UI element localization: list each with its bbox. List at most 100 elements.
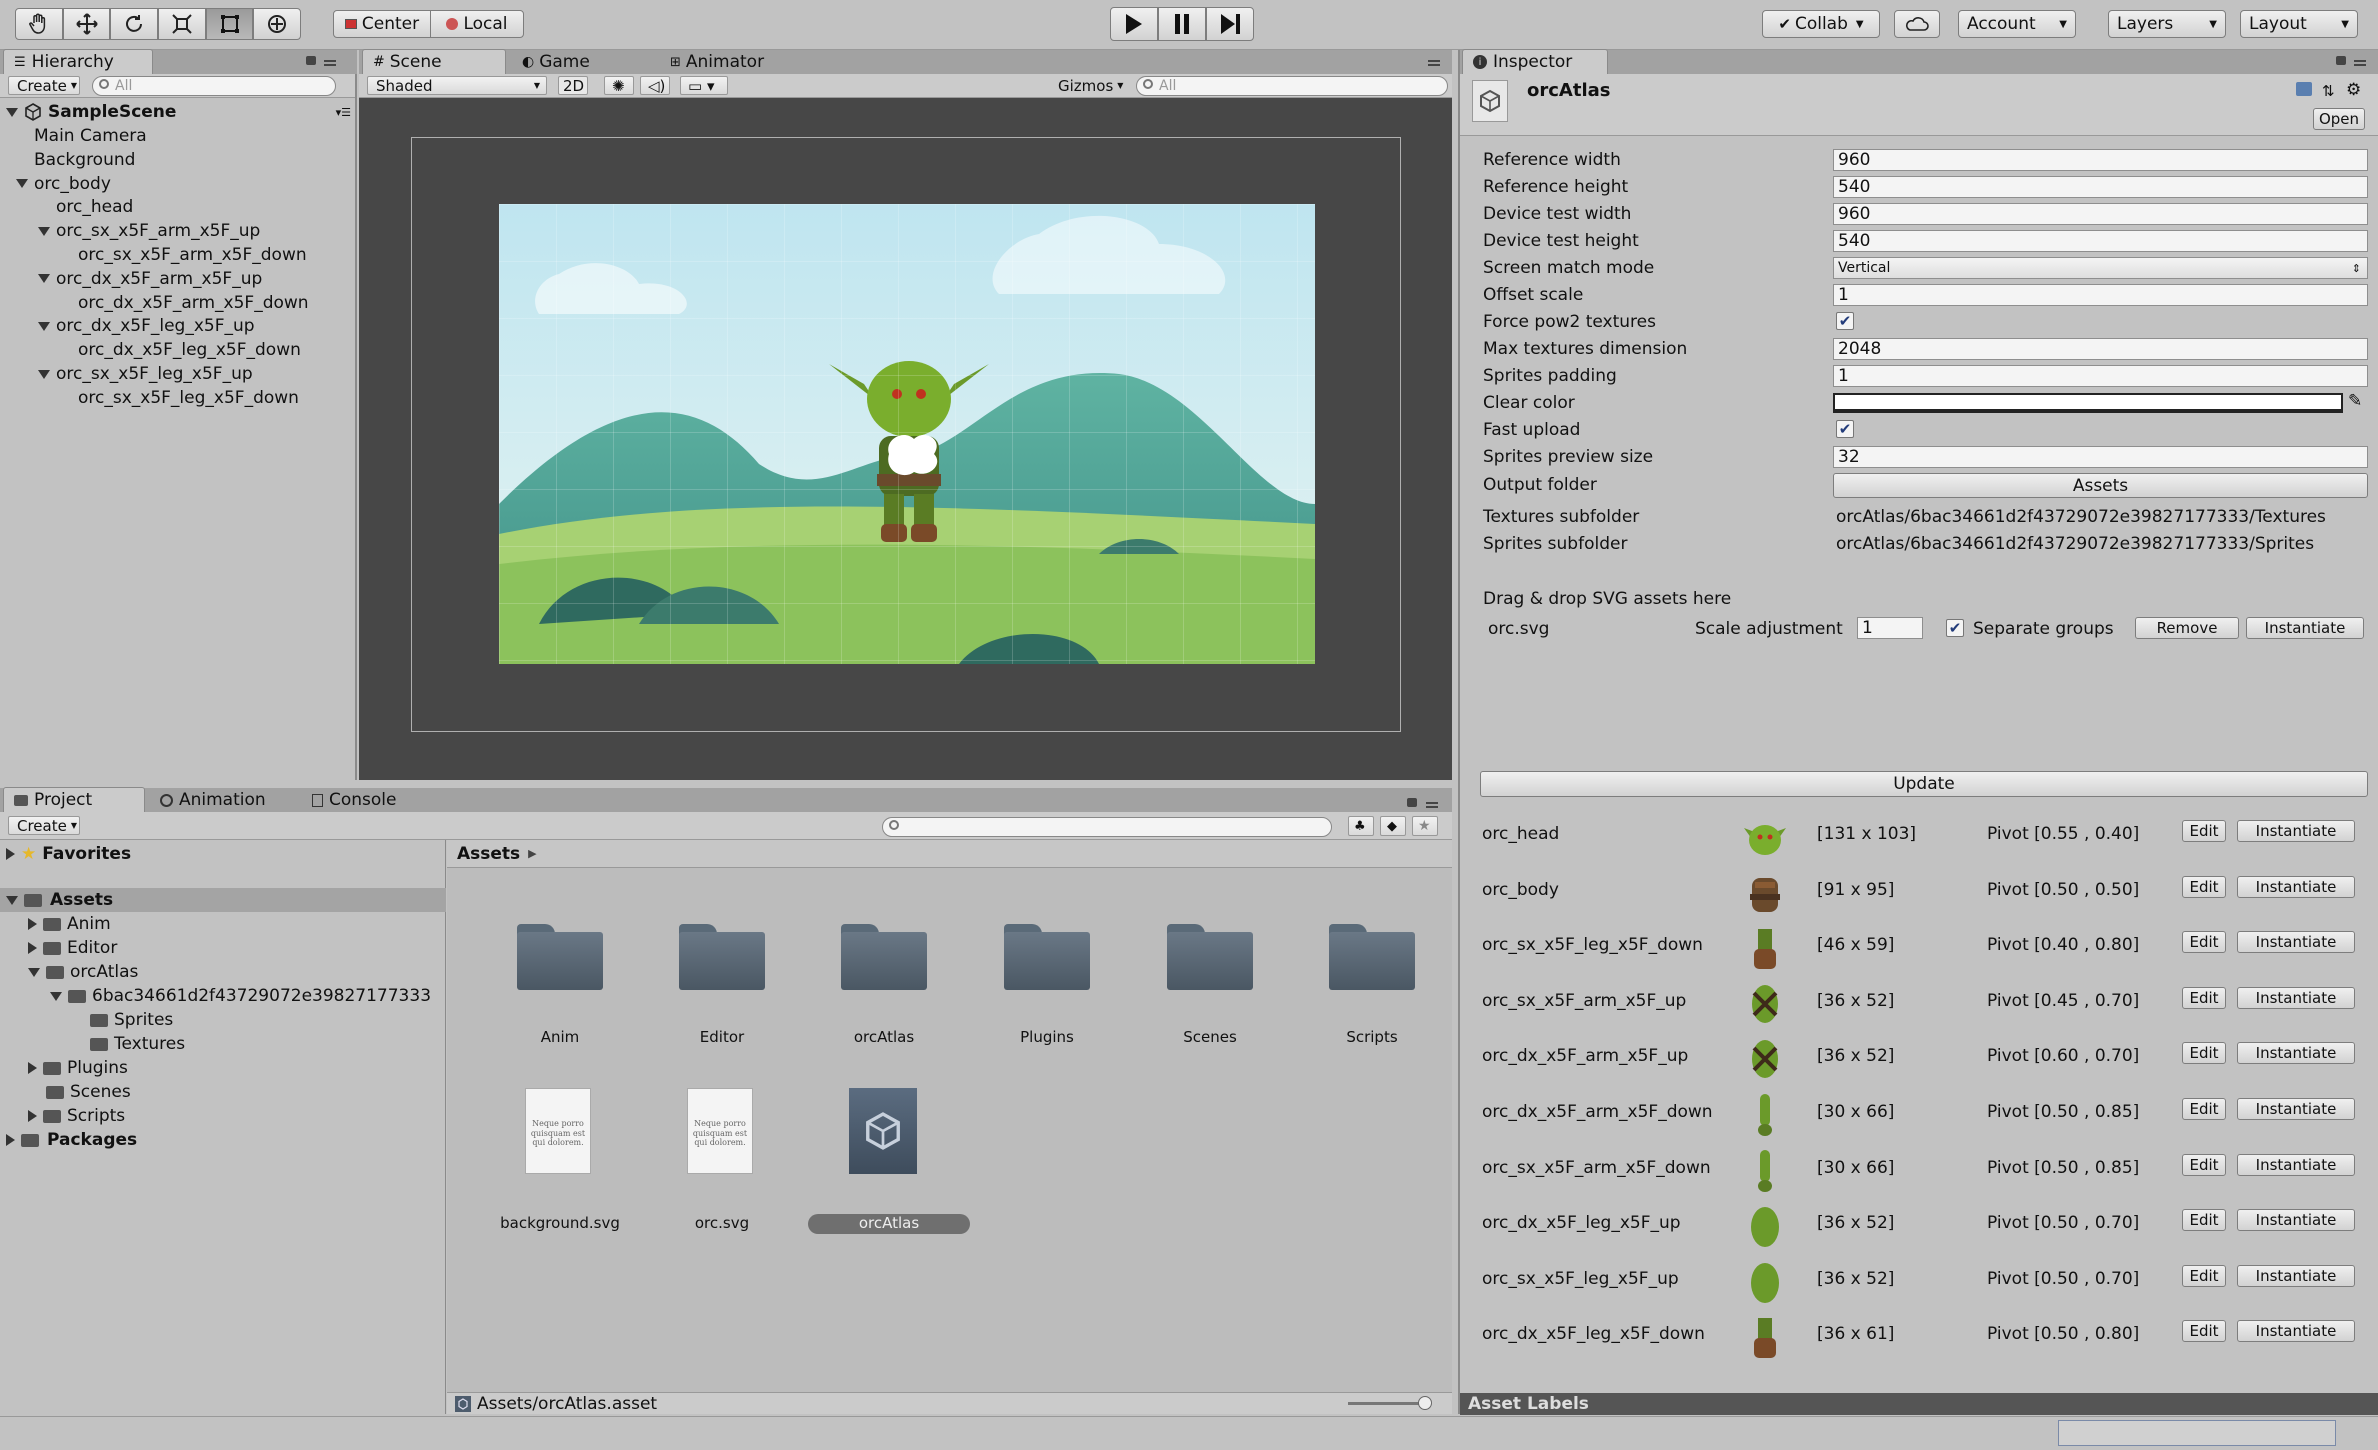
hierarchy-item[interactable]: Main Camera xyxy=(34,124,147,148)
sprite-instantiate-button[interactable]: Instantiate xyxy=(2237,1042,2355,1065)
asset-labels-bar[interactable]: Asset Labels xyxy=(1460,1393,2378,1415)
project-tree-item[interactable]: Editor xyxy=(28,936,117,960)
expand-arrow-icon[interactable] xyxy=(16,179,28,189)
asset-folder-item[interactable]: Editor xyxy=(647,868,797,1046)
lighting-toggle-icon[interactable]: ✺ xyxy=(604,76,634,95)
tab-console[interactable]: Console xyxy=(302,787,452,813)
tree-assets-root[interactable]: Assets xyxy=(0,888,446,912)
pivot-local-button[interactable]: Local xyxy=(430,10,524,38)
slider-thumb[interactable] xyxy=(1418,1396,1432,1410)
output-folder-button[interactable]: Assets xyxy=(1833,473,2368,498)
tree-packages[interactable]: Packages xyxy=(6,1128,137,1152)
hierarchy-item[interactable]: orc_sx_x5F_arm_x5F_down xyxy=(78,243,307,267)
audio-toggle-icon[interactable]: ◁) xyxy=(640,76,670,95)
asset-folder-item[interactable]: Scenes xyxy=(1135,868,1285,1046)
sprite-instantiate-button[interactable]: Instantiate xyxy=(2237,1098,2355,1120)
sprite-edit-button[interactable]: Edit xyxy=(2182,1320,2226,1343)
project-tree-item[interactable]: Scenes xyxy=(28,1080,131,1104)
scene-viewport[interactable] xyxy=(359,98,1452,780)
sprite-edit-button[interactable]: Edit xyxy=(2182,1042,2226,1065)
update-button[interactable]: Update xyxy=(1480,771,2368,797)
project-tree-item[interactable]: Anim xyxy=(28,912,111,936)
panel-menu-icon[interactable] xyxy=(1426,802,1438,808)
hierarchy-item[interactable]: orc_head xyxy=(56,195,133,219)
tab-scene[interactable]: # Scene xyxy=(362,49,506,74)
project-tree-item[interactable]: orcAtlas xyxy=(28,960,138,984)
expand-arrow-icon[interactable] xyxy=(50,991,62,1001)
asset-file-item[interactable]: orcAtlas xyxy=(808,1088,970,1248)
offset-scale-field[interactable]: 1 xyxy=(1833,284,2368,306)
tab-project[interactable]: Project xyxy=(3,787,145,812)
asset-folder-item[interactable]: orcAtlas xyxy=(809,868,959,1046)
account-button[interactable]: Account ▼ xyxy=(1958,10,2076,38)
panel-menu-icon[interactable] xyxy=(2354,60,2366,66)
cloud-button[interactable] xyxy=(1894,10,1940,38)
expand-arrow-icon[interactable] xyxy=(28,1062,37,1074)
tab-animation[interactable]: Animation xyxy=(150,787,300,813)
expand-arrow-icon[interactable] xyxy=(38,321,50,331)
sprite-instantiate-button[interactable]: Instantiate xyxy=(2237,1320,2355,1343)
expand-arrow-icon[interactable] xyxy=(28,1110,37,1122)
hierarchy-item[interactable]: orc_sx_x5F_arm_x5F_up xyxy=(38,219,260,243)
favorite-star-icon[interactable]: ★ xyxy=(1412,816,1438,836)
sprite-instantiate-button[interactable]: Instantiate xyxy=(2237,931,2355,954)
sprite-instantiate-button[interactable]: Instantiate xyxy=(2237,1153,2355,1176)
expand-arrow-icon[interactable] xyxy=(6,1134,15,1146)
gear-icon[interactable]: ⚙ xyxy=(2346,80,2361,100)
project-tree-item[interactable]: Plugins xyxy=(28,1056,128,1080)
scale-adjustment-field[interactable]: 1 xyxy=(1857,617,1923,639)
sprite-instantiate-button[interactable]: Instantiate xyxy=(2237,1209,2355,1232)
rotate-tool-icon[interactable] xyxy=(110,8,159,40)
layers-button[interactable]: Layers ▼ xyxy=(2108,10,2226,38)
sprite-edit-button[interactable]: Edit xyxy=(2182,1264,2226,1287)
pivot-center-button[interactable]: Center xyxy=(333,10,431,38)
asset-folder-item[interactable]: Plugins xyxy=(972,868,1122,1046)
expand-arrow-icon[interactable] xyxy=(28,942,37,954)
expand-arrow-icon[interactable] xyxy=(28,918,37,930)
force-pow2-checkbox[interactable]: ✔ xyxy=(1836,312,1854,330)
project-create-button[interactable]: Create ▼ xyxy=(8,816,80,835)
hierarchy-scene-row[interactable]: SampleScene ▾☰ xyxy=(6,100,351,124)
hierarchy-item[interactable]: orc_dx_x5F_arm_x5F_up xyxy=(38,267,262,291)
hierarchy-item[interactable]: orc_dx_x5F_leg_x5F_up xyxy=(38,314,255,338)
hierarchy-item[interactable]: orc_sx_x5F_leg_x5F_down xyxy=(78,386,299,410)
clear-color-swatch[interactable] xyxy=(1833,393,2343,413)
tab-hierarchy[interactable]: ☰ Hierarchy xyxy=(3,49,153,74)
remove-button[interactable]: Remove xyxy=(2135,617,2239,639)
scene-search-input[interactable]: All xyxy=(1136,76,1448,96)
asset-folder-item[interactable]: Anim xyxy=(485,868,635,1046)
project-tree-item[interactable]: Scripts xyxy=(28,1104,125,1128)
lock-icon[interactable] xyxy=(306,56,316,65)
effects-dropdown-icon[interactable]: ▭ ▾ xyxy=(680,76,728,95)
icon-size-slider[interactable] xyxy=(1348,1396,1432,1410)
project-tree-item[interactable]: 6bac34661d2f43729072e39827177333 xyxy=(50,984,431,1008)
fast-upload-checkbox[interactable]: ✔ xyxy=(1836,420,1854,438)
project-tree-item[interactable]: Sprites xyxy=(72,1008,173,1032)
step-button[interactable] xyxy=(1206,7,1254,41)
hierarchy-item[interactable]: orc_body xyxy=(16,172,111,196)
open-button[interactable]: Open xyxy=(2313,108,2365,130)
svg-instantiate-button[interactable]: Instantiate xyxy=(2246,617,2364,639)
sprite-edit-button[interactable]: Edit xyxy=(2182,875,2226,898)
sprite-instantiate-button[interactable]: Instantiate xyxy=(2237,986,2355,1009)
asset-folder-item[interactable]: Scripts xyxy=(1297,868,1447,1046)
filter-by-label-icon[interactable]: ◆ xyxy=(1380,816,1406,836)
sprite-edit-button[interactable]: Edit xyxy=(2182,820,2226,842)
sprite-edit-button[interactable]: Edit xyxy=(2182,1209,2226,1232)
separate-groups-checkbox[interactable]: ✔ xyxy=(1946,619,1964,637)
lock-icon[interactable] xyxy=(1407,798,1417,807)
rect-tool-icon[interactable] xyxy=(205,8,254,40)
play-button[interactable] xyxy=(1110,7,1158,41)
expand-arrow-icon[interactable] xyxy=(6,895,18,905)
pause-button[interactable] xyxy=(1158,7,1206,41)
shading-mode-dropdown[interactable]: Shaded ▼ xyxy=(367,76,547,95)
asset-file-item[interactable]: Neque porro quisquam est qui dolorem. orc… xyxy=(647,1088,797,1248)
collab-button[interactable]: ✔ Collab ▼ xyxy=(1762,10,1880,38)
2d-toggle-button[interactable]: 2D xyxy=(558,76,588,95)
sprite-edit-button[interactable]: Edit xyxy=(2182,1153,2226,1176)
lock-icon[interactable] xyxy=(2336,56,2346,65)
tab-game[interactable]: ◐ Game xyxy=(512,49,652,75)
reference-width-field[interactable]: 960 xyxy=(1833,149,2368,171)
expand-arrow-icon[interactable] xyxy=(6,848,15,860)
hierarchy-item[interactable]: orc_dx_x5F_arm_x5F_down xyxy=(78,291,309,315)
